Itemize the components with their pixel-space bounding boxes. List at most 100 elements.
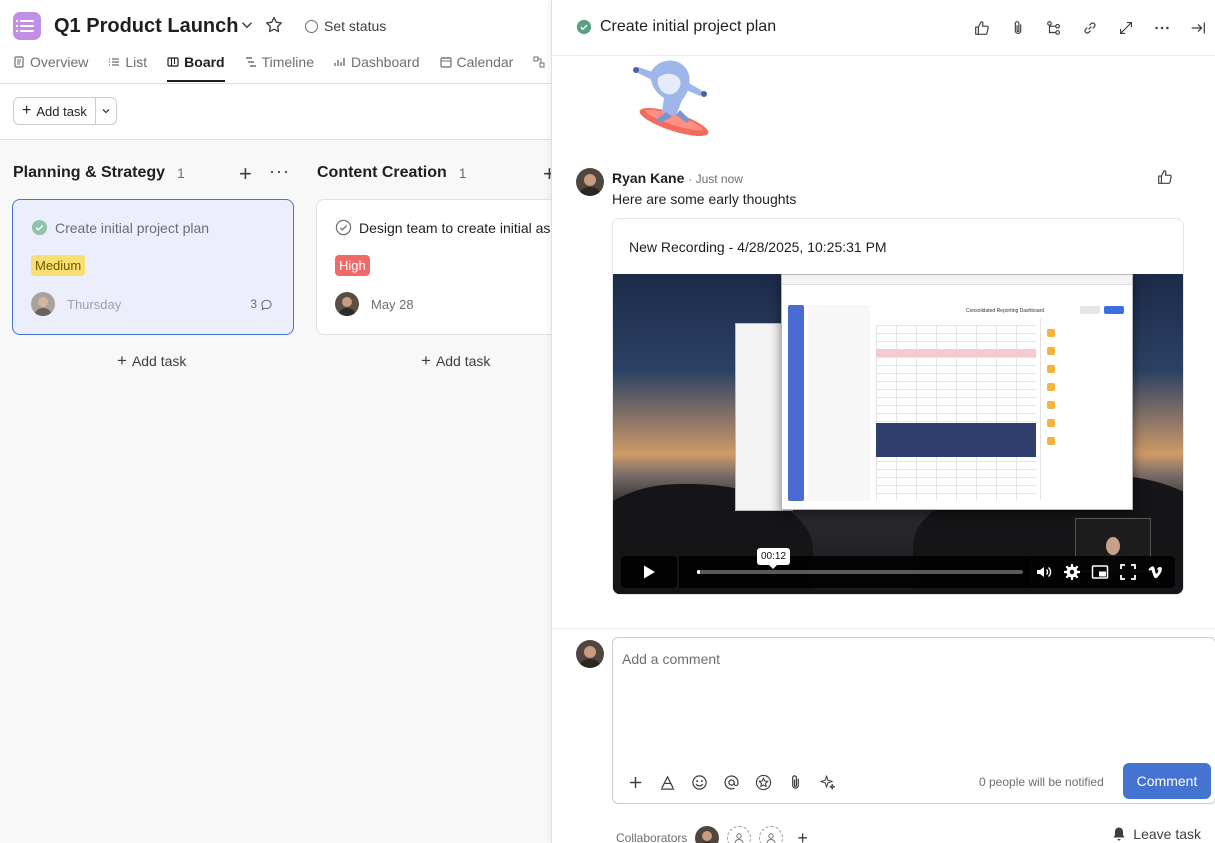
project-header: Q1 Product Launch Set status Overview Li… [0,0,551,140]
like-icon[interactable] [1156,168,1174,186]
tab-calendar[interactable]: Calendar [439,50,524,74]
assignee-avatar[interactable] [31,292,55,316]
comment-submit-button[interactable]: Comment [1123,763,1211,799]
task-detail-pane: Create initial project plan Ryan Kane · … [551,0,1215,843]
tab-label: Timeline [261,54,314,70]
progress-scrubber[interactable]: 00:12 [697,548,1023,574]
set-status-label: Set status [324,18,387,34]
check-icon[interactable] [335,219,352,236]
project-board: Q1 Product Launch Set status Overview Li… [0,0,551,843]
settings-gear-icon[interactable] [1061,561,1083,583]
add-collaborator-placeholder-icon[interactable] [727,826,752,843]
check-complete-icon[interactable] [31,219,48,236]
card-title: Design team to create initial assets [359,219,551,236]
project-list-icon[interactable] [13,12,41,40]
assignee-avatar[interactable] [335,292,359,316]
app-list-panel [808,305,870,501]
tab-list[interactable]: List [108,50,157,74]
plus-icon[interactable] [625,772,645,792]
collaborator-avatar[interactable] [695,826,720,843]
chevron-down-icon[interactable] [238,16,256,34]
avatar-image [695,826,720,843]
current-user-avatar [576,640,604,668]
video-player[interactable]: Consolidated Reporting Dashboard 00:12 [613,274,1183,594]
tab-overview[interactable]: Overview [13,50,98,74]
subtask-icon[interactable] [1036,17,1072,39]
screen-capture-window: Consolidated Reporting Dashboard [781,274,1133,510]
due-date[interactable]: Thursday [67,297,121,312]
tab-timeline[interactable]: Timeline [245,50,324,74]
selected-table [876,423,1036,457]
comment-input[interactable] [622,651,1182,667]
close-pane-icon[interactable] [1180,17,1215,39]
add-collaborator-icon[interactable]: + [797,828,808,843]
plus-icon: + [421,351,431,370]
expand-icon[interactable] [1108,17,1144,39]
format-icon[interactable] [657,772,677,792]
project-tabs: Overview List Board Timeline Dashboard C… [13,50,551,84]
check-complete-icon[interactable] [576,19,592,35]
screen-cancel-button [1080,306,1100,314]
more-icon[interactable] [1144,17,1180,39]
play-button[interactable] [621,556,677,588]
column-add-icon[interactable]: + [239,161,252,187]
task-card[interactable]: Create initial project plan Medium Thurs… [12,199,294,335]
task-detail-title[interactable]: Create initial project plan [600,18,776,36]
plus-icon: + [117,351,127,370]
fullscreen-icon[interactable] [1117,561,1139,583]
comment-timestamp: · Just now [688,172,743,186]
time-tooltip: 00:12 [757,548,791,569]
star-icon[interactable] [753,772,773,792]
video-control-group [1025,556,1175,588]
comment-count-value: 3 [250,297,257,311]
task-detail-actions [964,17,1215,39]
comment-author[interactable]: Ryan Kane · Just now [612,170,743,186]
tab-dashboard[interactable]: Dashboard [334,50,430,74]
ai-sparkle-icon[interactable] [817,772,837,792]
project-title[interactable]: Q1 Product Launch [54,15,238,38]
card-title: Create initial project plan [55,219,210,236]
video-controls: 00:12 [621,548,1175,588]
tab-board[interactable]: Board [167,50,234,82]
column-title[interactable]: Planning & Strategy [13,164,165,182]
leave-task-button[interactable]: Leave task [1111,826,1201,842]
picture-in-picture-icon[interactable] [1089,561,1111,583]
volume-icon[interactable] [1033,561,1055,583]
add-collaborator-placeholder-icon[interactable] [759,826,784,843]
like-icon[interactable] [964,17,1000,39]
task-card[interactable]: Design team to create initial assets Hig… [316,199,551,335]
comment-icon [261,299,272,311]
mention-icon[interactable] [721,772,741,792]
attachment-icon[interactable] [1000,17,1036,39]
recording-title[interactable]: New Recording - 4/28/2025, 10:25:31 PM [629,239,887,255]
priority-badge: Medium [31,255,86,276]
add-task-button[interactable]: + Add task [14,98,96,124]
app: Q1 Product Launch Set status Overview Li… [0,0,1215,843]
comment-count[interactable]: 3 [250,297,273,311]
attach-icon[interactable] [785,772,805,792]
comment-author-avatar[interactable] [576,168,604,196]
task-detail-title-row: Create initial project plan [576,18,776,36]
emoji-icon[interactable] [689,772,709,792]
vimeo-logo-icon[interactable] [1145,561,1167,583]
add-widget-panel [1040,319,1126,499]
column-header: Content Creation 1 [317,150,551,196]
due-date[interactable]: May 28 [371,297,414,312]
column-add-task[interactable]: + Add task [421,351,490,371]
composer-toolbar [625,772,837,792]
column-add-icon[interactable]: + [543,161,551,187]
tab-more-workflow[interactable] [533,50,551,74]
calendar-icon [439,57,452,68]
collaborators-label: Collaborators [616,831,688,843]
composer-divider [552,628,1215,629]
column-title[interactable]: Content Creation [317,164,447,182]
add-task-dropdown[interactable] [96,98,116,124]
board-column-planning: Planning & Strategy 1 + ··· [13,150,303,196]
column-more-icon[interactable]: ··· [269,161,290,182]
screen-save-button [1104,306,1124,314]
tab-label: Overview [30,54,89,70]
star-icon[interactable] [264,15,284,35]
set-status-button[interactable]: Set status [305,18,386,34]
column-add-task[interactable]: + Add task [117,351,186,371]
link-icon[interactable] [1072,17,1108,39]
